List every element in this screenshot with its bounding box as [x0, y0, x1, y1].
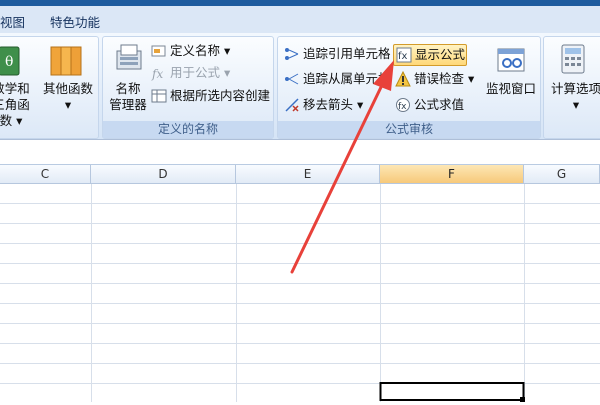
show-formulas-icon: fx: [396, 47, 412, 63]
other-functions-button[interactable]: 其他函数 ▾: [41, 81, 95, 113]
column-header-d[interactable]: D: [91, 165, 236, 184]
trace-precedents-icon: [284, 46, 300, 62]
defined-names-group: 名称 管理器 定义名称 ▾ fx 用于公式 ▾ 根据所选内容创建 定义的名称: [102, 36, 274, 139]
fx-icon: fx: [151, 65, 167, 81]
define-name-icon: [151, 43, 167, 59]
calc-options-button[interactable]: 计算选项 ▾: [546, 81, 600, 113]
svg-text:fx: fx: [398, 51, 408, 62]
create-from-selection-icon: [151, 88, 167, 104]
name-manager-icon: [115, 43, 145, 75]
column-header-f[interactable]: F: [380, 165, 524, 184]
column-header-g[interactable]: G: [524, 165, 600, 184]
svg-text:θ: θ: [5, 54, 13, 70]
trace-dependents-icon: [284, 71, 300, 87]
ribbon: θ 数学和 三角函数 ▾ 其他函数 ▾: [0, 33, 600, 140]
error-checking-icon: [395, 70, 411, 87]
tab-special-features[interactable]: 特色功能: [50, 12, 100, 31]
math-trig-button[interactable]: 数学和 三角函数 ▾: [0, 81, 33, 129]
name-manager-button[interactable]: 名称 管理器: [105, 81, 151, 113]
remove-arrows-icon: [284, 97, 300, 113]
tab-view[interactable]: 视图: [0, 12, 25, 31]
formula-auditing-label: 公式审核: [278, 121, 540, 138]
show-formulas-button[interactable]: fx 显示公式: [393, 44, 467, 66]
function-library-group: θ 数学和 三角函数 ▾ 其他函数 ▾: [0, 36, 99, 139]
calculator-icon: [560, 43, 588, 75]
svg-text:fx: fx: [151, 67, 163, 81]
column-header-e[interactable]: E: [236, 165, 380, 184]
evaluate-formula-icon: fx: [395, 97, 411, 113]
ribbon-tabs: 视图 特色功能: [0, 6, 600, 33]
svg-text:fx: fx: [398, 102, 407, 112]
column-header-c[interactable]: C: [0, 165, 91, 184]
watch-window-icon: [496, 45, 528, 77]
formula-bar-area: [0, 140, 600, 165]
calculation-group: 计算选项 ▾: [543, 36, 600, 139]
watch-window-button[interactable]: 监视窗口: [480, 81, 542, 97]
defined-names-label: 定义的名称: [103, 121, 273, 138]
worksheet-grid[interactable]: [0, 184, 600, 402]
math-trig-icon: θ: [0, 45, 23, 77]
other-functions-icon: [49, 43, 83, 77]
active-cell: [379, 382, 525, 401]
formula-auditing-group: 追踪引用单元格 追踪从属单元格 移去箭头 ▾ fx 显示公式 错误检查 ▾ fx…: [277, 36, 541, 139]
